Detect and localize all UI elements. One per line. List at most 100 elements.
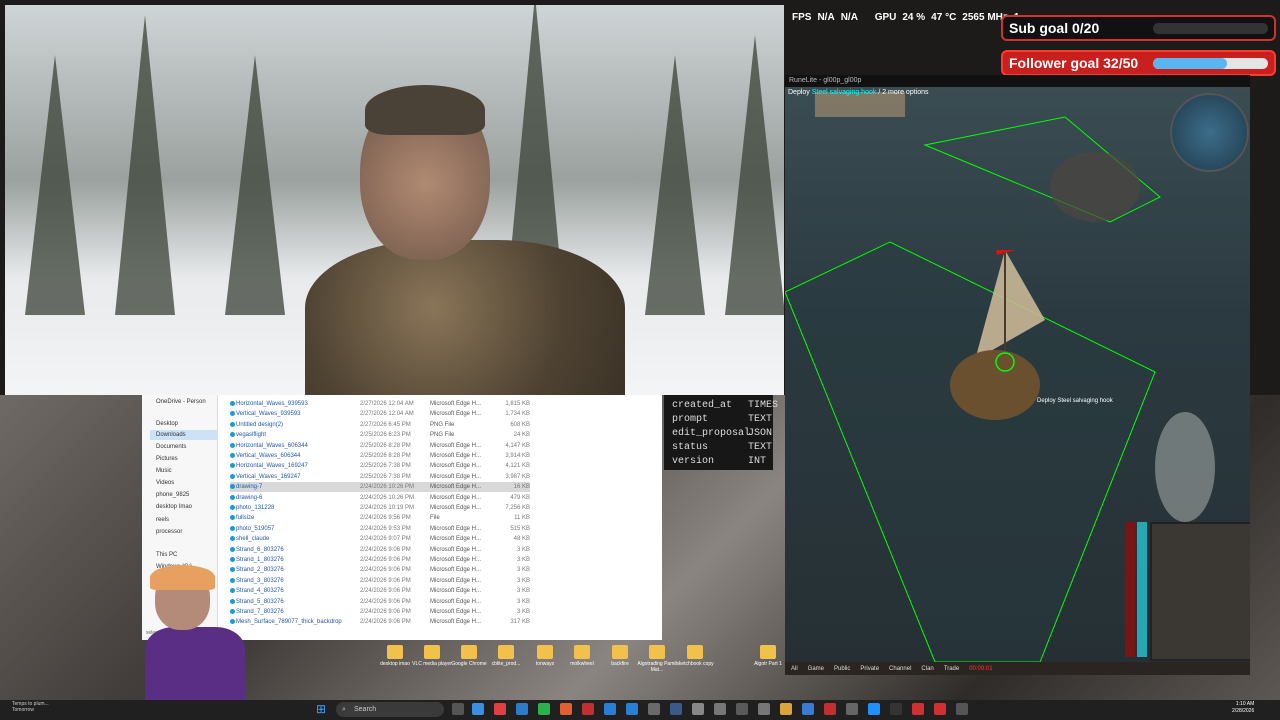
taskbar-clock[interactable]: 1:10 AM 2/28/2026 <box>1232 701 1254 715</box>
nav-item-videos[interactable]: Videos <box>156 478 174 488</box>
nav-item-documents[interactable]: Documents <box>156 442 186 452</box>
chat-tab-all[interactable]: All <box>791 666 798 672</box>
file-row[interactable]: Horizontal_Waves_169247 2/25/2026 7:38 PM… <box>230 461 530 471</box>
app-icon[interactable] <box>824 703 836 715</box>
chat-tab-clan[interactable]: Clan <box>921 666 933 672</box>
file-type: Microsoft Edge H... <box>430 484 482 491</box>
schema-type: INT <box>748 456 767 467</box>
app-icon[interactable] <box>516 703 528 715</box>
desktop-icon[interactable]: tonways <box>525 645 565 667</box>
nav-item-reels[interactable]: reels <box>156 515 169 525</box>
file-type: Microsoft Edge H... <box>430 609 482 615</box>
file-row[interactable]: Vertical_Waves_939593 2/27/2026 12:04 AM M… <box>230 409 530 419</box>
file-row[interactable]: drawing-7 2/24/2026 10:26 PM Microsoft Edg… <box>230 482 530 493</box>
app-icon[interactable] <box>846 703 858 715</box>
app-icon[interactable] <box>868 703 880 715</box>
firefox-icon[interactable] <box>560 703 572 715</box>
desktop-icon[interactable]: Algotrading Pamil Mat... <box>637 645 677 673</box>
app-icon[interactable] <box>714 703 726 715</box>
edge-file-icon <box>230 494 235 500</box>
spotify-icon[interactable] <box>538 703 550 715</box>
file-row[interactable]: Vertical_Waves_606344 2/25/2026 8:28 PM Mi… <box>230 451 530 461</box>
file-row[interactable]: Strand_4_803276 2/24/2026 9:06 PM Microsof… <box>230 586 530 596</box>
desktop-icon[interactable]: Algotr Part 1 <box>748 645 788 667</box>
file-explorer-icon[interactable] <box>780 703 792 715</box>
file-row[interactable]: Untitled design(2) 2/27/2026 6:45 PM PNG F… <box>230 420 530 430</box>
app-icon[interactable] <box>956 703 968 715</box>
file-row[interactable]: Horizontal_Waves_606344 2/25/2026 8:28 PM… <box>230 441 530 451</box>
desktop-icon[interactable]: sketchbook copy <box>675 645 715 667</box>
file-row[interactable]: photo_131228 2/24/2026 10:19 PM Microsoft … <box>230 503 530 513</box>
file-row[interactable]: vegaslflight 2/25/2026 6:23 PM PNG File 24 … <box>230 430 530 440</box>
chat-tabs-bar[interactable]: All Game Public Private Channel Clan Tra… <box>785 662 1250 675</box>
file-date: 2/24/2026 9:06 PM <box>360 567 411 574</box>
nav-item-phone[interactable]: phone_9825 <box>156 490 189 500</box>
app-icon[interactable] <box>802 703 814 715</box>
app-icon[interactable] <box>648 703 660 715</box>
app-icon[interactable] <box>890 703 902 715</box>
file-row[interactable]: fullsize 2/24/2026 9:56 PM File 11 KB <box>230 513 530 523</box>
vscode-icon[interactable] <box>604 703 616 715</box>
nav-item-downloads[interactable]: Downloads <box>150 430 218 440</box>
hook-tooltip: Deploy Steel salvaging hook <box>1037 398 1113 404</box>
file-row[interactable]: Horizontal_Waves_939593 2/27/2026 12:04 A… <box>230 399 530 409</box>
desktop-icon[interactable]: cblite_prod... <box>486 645 526 667</box>
minimap[interactable] <box>1170 93 1249 172</box>
file-row[interactable]: Strand_6_803276 2/24/2026 9:06 PM Microsof… <box>230 545 530 555</box>
file-size: 3 KB <box>516 557 530 563</box>
file-row[interactable]: Strand_3_803276 2/24/2026 9:06 PM Microsof… <box>230 576 530 586</box>
inventory-panel[interactable] <box>1150 522 1250 661</box>
chat-tab-channel[interactable]: Channel <box>889 666 911 672</box>
obs-icon[interactable] <box>912 703 924 715</box>
file-row[interactable]: photo_519057 2/24/2026 9:53 PM Microsoft E… <box>230 524 530 534</box>
chat-tab-private[interactable]: Private <box>860 666 879 672</box>
game-title-bar[interactable]: RuneLite - gl00p_gl00p <box>785 75 1250 87</box>
file-row[interactable]: Mesh_Surface_789077_thick_backdrop 2/24/2… <box>230 617 530 627</box>
app-icon[interactable] <box>692 703 704 715</box>
file-row[interactable]: shell_claude 2/24/2026 9:07 PM Microsoft E… <box>230 534 530 544</box>
nav-item-desktop-imao[interactable]: desktop Imao <box>156 502 192 512</box>
nav-item-music[interactable]: Music <box>156 466 172 476</box>
edge-icon[interactable] <box>472 703 484 715</box>
app-icon[interactable] <box>934 703 946 715</box>
edge-file-icon <box>230 463 235 469</box>
file-row[interactable]: Strand_5_803276 2/24/2026 9:06 PM Microsof… <box>230 597 530 607</box>
file-size: 24 KB <box>513 432 530 439</box>
desktop-icon[interactable]: backfire <box>600 645 640 667</box>
desktop-icon[interactable]: VLC media player <box>412 645 452 667</box>
file-type: Microsoft Edge H... <box>430 619 482 626</box>
nav-item-this-pc[interactable]: This PC <box>156 550 177 560</box>
task-view-icon[interactable] <box>452 703 464 715</box>
app-icon[interactable] <box>736 703 748 715</box>
desktop-icon[interactable]: molkwheel <box>562 645 602 667</box>
chat-tab-trade[interactable]: Trade <box>944 666 959 672</box>
nav-item-processor[interactable]: processor <box>156 527 182 537</box>
app-icon[interactable] <box>582 703 594 715</box>
file-row[interactable]: Vertical_Waves_169247 2/25/2026 7:38 PM Mi… <box>230 472 530 482</box>
runelite-game-window[interactable]: RuneLite - gl00p_gl00p Deploy Steel salv… <box>785 75 1250 675</box>
sub-goal-badge: Sub goal 0/20 <box>1001 15 1276 41</box>
nav-item-pictures[interactable]: Pictures <box>156 454 178 464</box>
chat-tab-game[interactable]: Game <box>808 666 824 672</box>
app-icon[interactable] <box>758 703 770 715</box>
desktop-icon-label: VLC media player <box>412 661 452 667</box>
file-row[interactable]: Strand_7_803276 2/24/2026 9:06 PM Microsof… <box>230 607 530 617</box>
nav-item-onedrive[interactable]: OneDrive - Person <box>156 397 206 407</box>
chat-tab-public[interactable]: Public <box>834 666 850 672</box>
app-icon[interactable] <box>670 703 682 715</box>
weather-widget[interactable]: Temps to plum... Tomorrow <box>12 701 49 713</box>
taskbar-search[interactable]: ⌕ Search <box>336 702 444 717</box>
nav-item-desktop[interactable]: Desktop <box>156 419 178 429</box>
desktop-icon[interactable]: Google Chrome <box>449 645 489 667</box>
file-row[interactable]: Strand_2_803276 2/24/2026 9:06 PM Microsof… <box>230 565 530 575</box>
app-icon[interactable] <box>626 703 638 715</box>
file-row[interactable]: drawing-6 2/24/2026 10:26 PM Microsoft Edg… <box>230 493 530 503</box>
file-date: 2/25/2026 7:38 PM <box>360 463 411 470</box>
app-icon[interactable] <box>494 703 506 715</box>
folder-icon <box>424 645 440 659</box>
game-timer: 00:09:01 <box>969 665 993 672</box>
desktop-icon[interactable]: desktop imao <box>375 645 415 667</box>
windows-start-icon[interactable]: ⊞ <box>316 703 328 715</box>
file-date: 2/24/2026 9:07 PM <box>360 536 411 543</box>
file-row[interactable]: Strand_1_803276 2/24/2026 9:06 PM Microsof… <box>230 555 530 565</box>
